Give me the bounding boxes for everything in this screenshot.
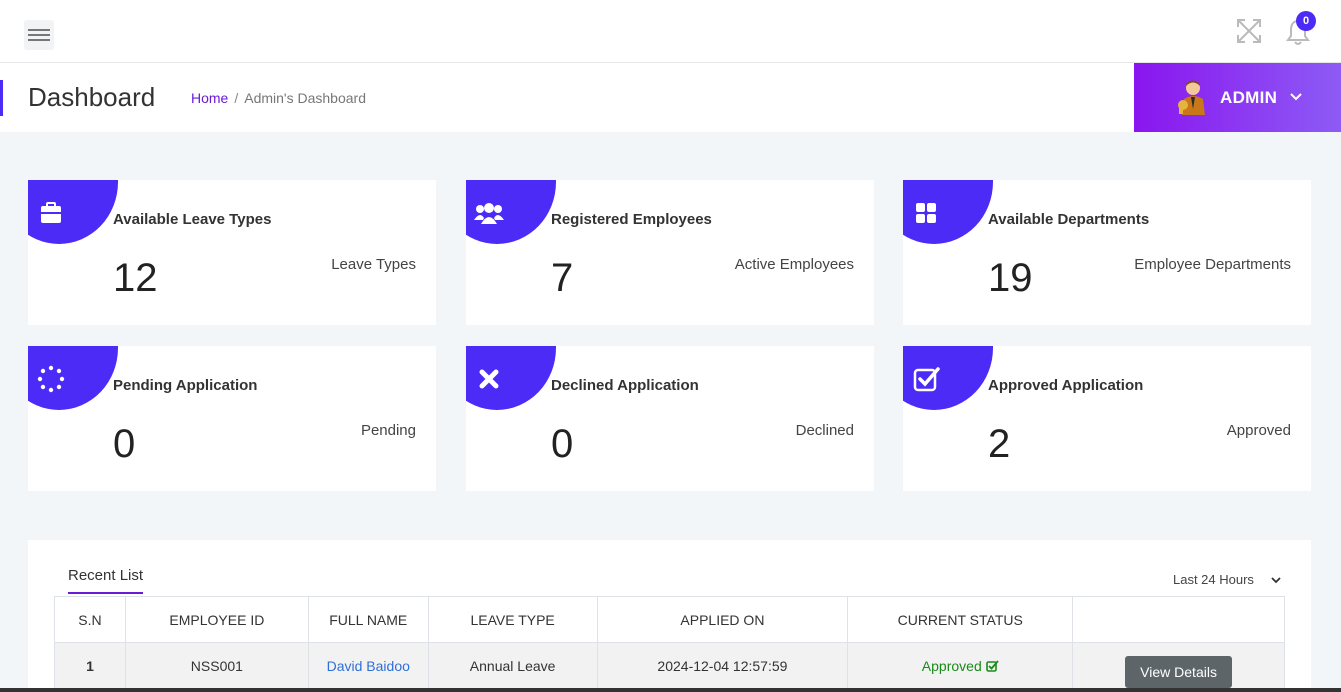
admin-user-menu[interactable]: ADMIN [1134, 63, 1341, 132]
check-square-icon [913, 367, 940, 392]
card-title: Available Leave Types [113, 211, 272, 228]
column-header-full-name: FULL NAME [307, 596, 429, 643]
cell-status: Approved [847, 642, 1074, 689]
top-navbar: 0 [0, 0, 1341, 63]
card-value: 0 [551, 422, 574, 466]
time-range-select[interactable]: Last 24 Hours [1173, 572, 1254, 587]
admin-username: ADMIN [1220, 88, 1278, 107]
column-header-leave-type: LEAVE TYPE [427, 596, 598, 643]
notification-count-badge: 0 [1296, 11, 1316, 31]
page-title: Dashboard [28, 82, 156, 112]
card-value: 0 [113, 422, 136, 466]
stat-card-employees[interactable]: Registered Employees 7 Active Employees [466, 180, 874, 325]
card-subtitle: Approved [1226, 422, 1291, 439]
card-value: 12 [113, 256, 158, 300]
cell-action: View Details [1072, 642, 1285, 689]
stat-card-approved[interactable]: Approved Application 2 Approved [903, 346, 1311, 491]
column-header-current-status: CURRENT STATUS [847, 596, 1074, 643]
stat-card-leave-types[interactable]: Available Leave Types 12 Leave Types [28, 180, 436, 325]
cell-employee-id: NSS001 [124, 642, 309, 689]
card-subtitle: Leave Types [331, 256, 416, 273]
chevron-down-icon [1290, 93, 1302, 101]
cell-applied-on: 2024-12-04 12:57:59 [596, 642, 849, 689]
hamburger-menu-icon[interactable] [24, 20, 54, 50]
column-header-sn: S.N [54, 596, 126, 643]
cell-leave-type: Annual Leave [427, 642, 598, 689]
card-title: Declined Application [551, 377, 699, 394]
status-badge: Approved [921, 657, 982, 674]
bottom-edge-bar [0, 688, 1341, 692]
card-value: 2 [988, 422, 1011, 466]
page-header: Dashboard Home / Admin's Dashboard ADMIN [0, 63, 1341, 132]
table-header-row: S.N EMPLOYEE ID FULL NAME LEAVE TYPE APP… [54, 596, 1285, 643]
check-square-icon [985, 659, 999, 672]
card-subtitle: Active Employees [734, 256, 854, 273]
notifications-button[interactable]: 0 [1284, 11, 1316, 46]
grid-icon [916, 203, 936, 223]
column-header-applied-on: APPLIED ON [596, 596, 849, 643]
admin-avatar-icon [1178, 80, 1205, 115]
recent-list-panel: Recent List Last 24 Hours S.N EMPLOYEE I… [28, 540, 1311, 692]
spinner-icon [37, 365, 65, 393]
card-value: 19 [988, 256, 1033, 300]
table-row: 1 NSS001 David Baidoo Annual Leave 2024-… [54, 642, 1285, 689]
stat-card-departments[interactable]: Available Departments 19 Employee Depart… [903, 180, 1311, 325]
x-icon [479, 369, 499, 389]
fullscreen-icon[interactable] [1236, 18, 1262, 44]
recent-applications-table: S.N EMPLOYEE ID FULL NAME LEAVE TYPE APP… [54, 596, 1285, 689]
breadcrumb: Home / Admin's Dashboard [191, 90, 366, 106]
header-accent-bar [0, 80, 3, 116]
card-title: Registered Employees [551, 211, 712, 228]
cell-sn: 1 [54, 642, 126, 689]
breadcrumb-separator: / [234, 90, 239, 106]
card-subtitle: Employee Departments [1134, 256, 1291, 273]
card-title: Approved Application [988, 377, 1144, 394]
view-details-button[interactable]: View Details [1125, 655, 1232, 688]
chevron-down-icon[interactable] [1271, 575, 1281, 585]
employee-name-link[interactable]: David Baidoo [327, 658, 410, 674]
card-title: Available Departments [988, 211, 1150, 228]
tab-recent-list[interactable]: Recent List [68, 567, 144, 594]
cell-full-name: David Baidoo [307, 642, 429, 689]
column-header-action [1072, 596, 1285, 643]
card-subtitle: Declined [795, 422, 854, 439]
stat-card-declined[interactable]: Declined Application 0 Declined [466, 346, 874, 491]
stat-card-pending[interactable]: Pending Application 0 Pending [28, 346, 436, 491]
breadcrumb-home-link[interactable]: Home [191, 90, 228, 106]
breadcrumb-current: Admin's Dashboard [244, 90, 366, 106]
briefcase-icon [41, 202, 61, 223]
users-icon [474, 203, 504, 224]
column-header-employee-id: EMPLOYEE ID [124, 596, 309, 643]
card-value: 7 [551, 256, 574, 300]
card-title: Pending Application [113, 377, 258, 394]
card-subtitle: Pending [360, 422, 416, 439]
